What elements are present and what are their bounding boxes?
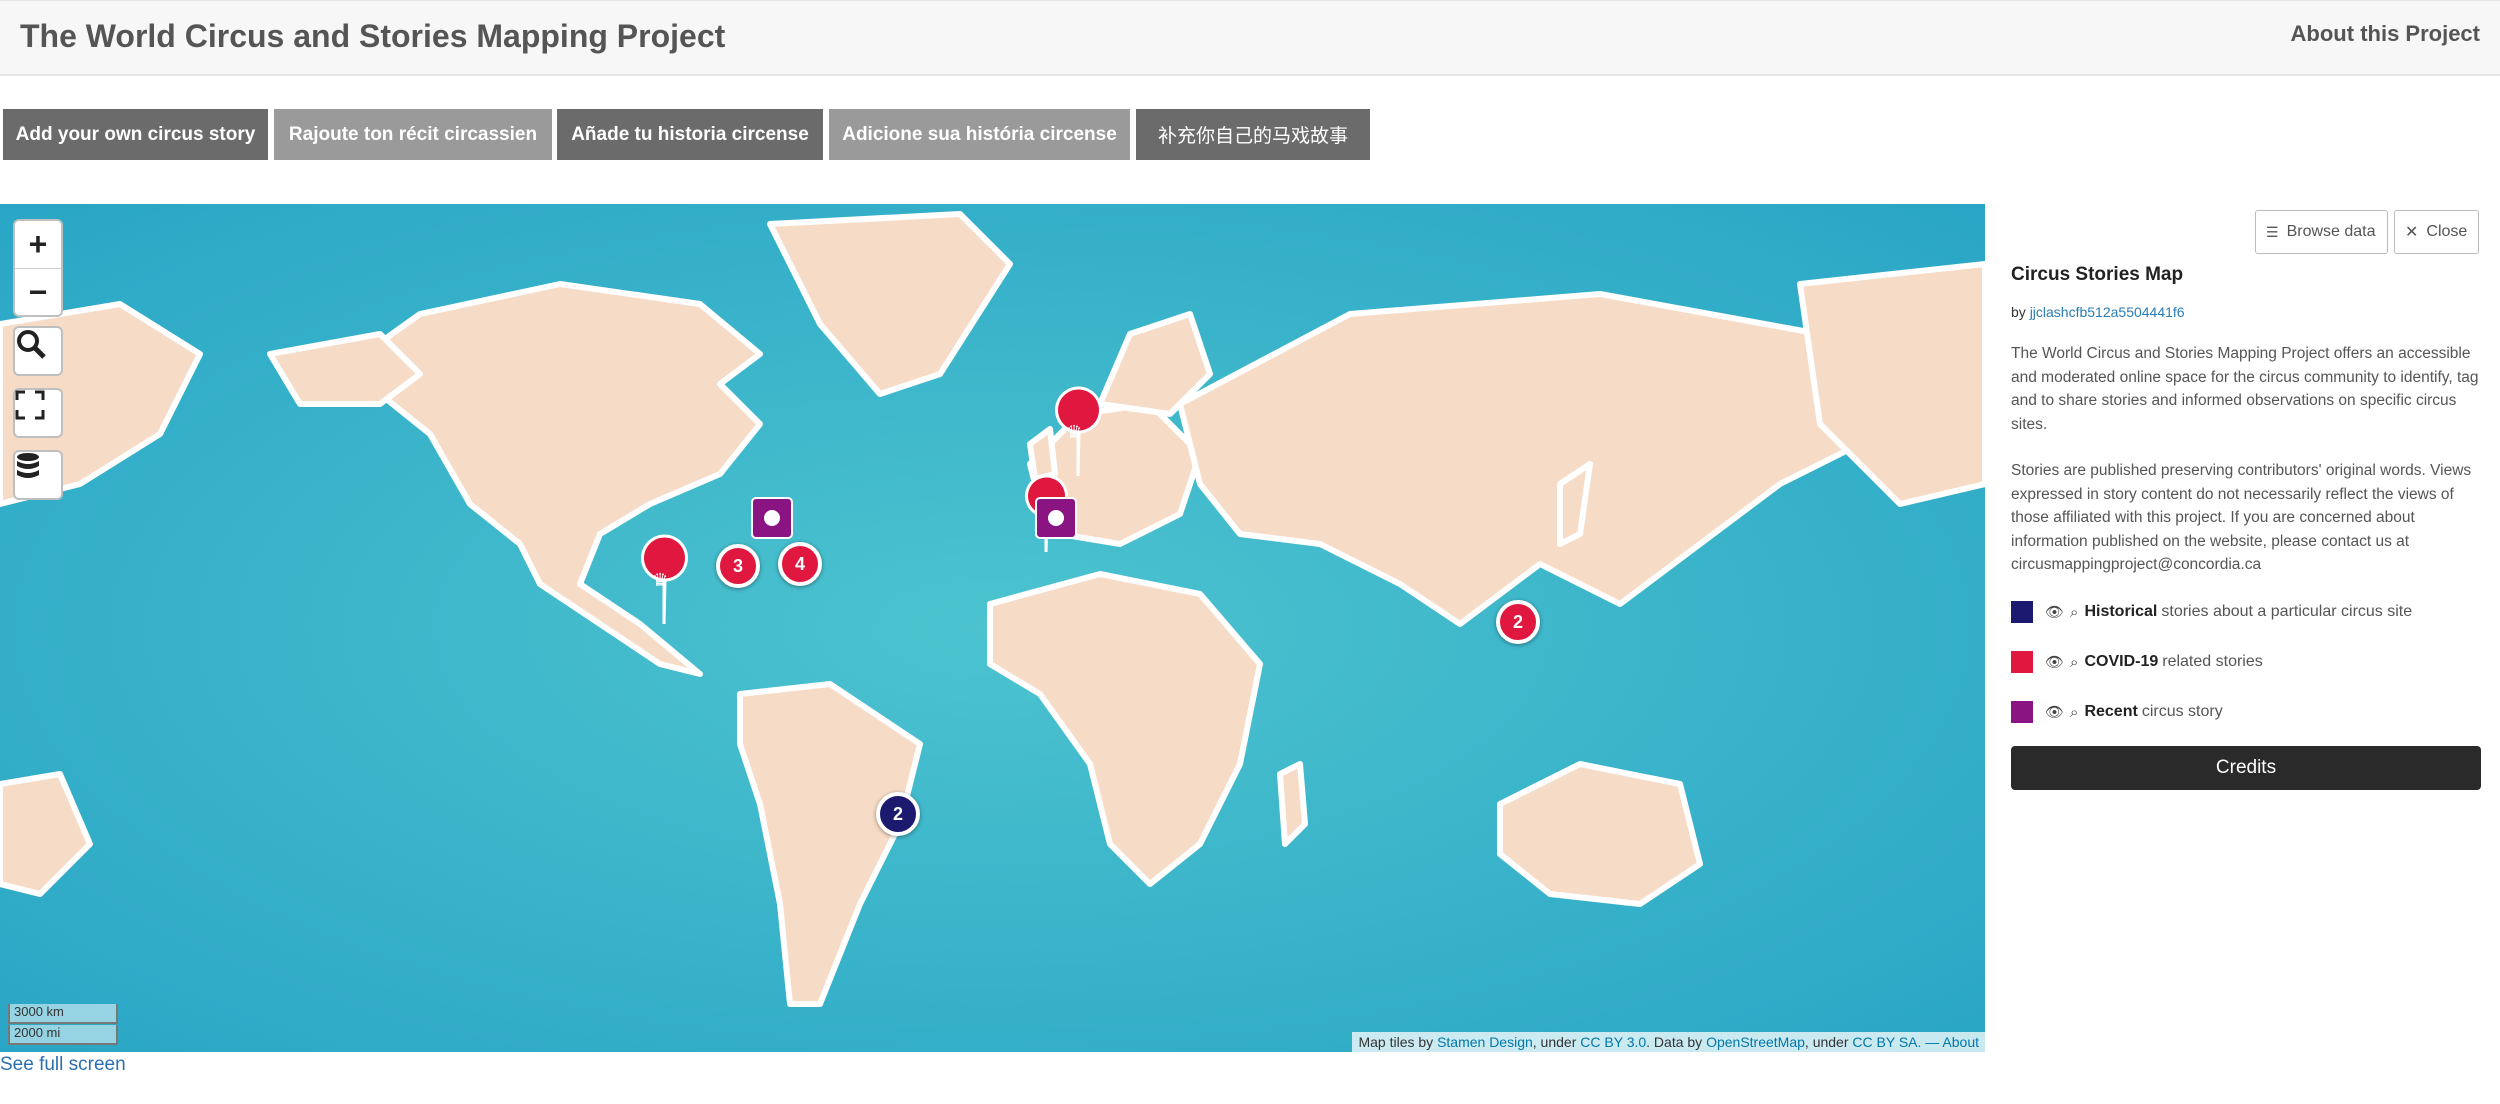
crown-icon: ♛: [652, 570, 669, 590]
legend-covid: 👁 ⌕ COVID-19 related stories: [2011, 647, 2263, 677]
legend-swatch: [2011, 701, 2033, 723]
zoom-icon[interactable]: ⌕: [2070, 704, 2078, 721]
cluster-marker[interactable]: 2: [876, 792, 920, 836]
stamen-link[interactable]: Stamen Design: [1437, 1034, 1533, 1050]
about-link[interactable]: About this Project: [2291, 21, 2480, 47]
zoom-out-button[interactable]: −: [15, 269, 61, 316]
legend-recent: 👁 ⌕ Recent circus story: [2011, 697, 2223, 727]
add-story-english-button[interactable]: Add your own circus story: [3, 109, 268, 160]
zoom-icon[interactable]: ⌕: [2070, 654, 2078, 671]
attrib-prefix: Map tiles by: [1358, 1034, 1434, 1050]
osm-link[interactable]: OpenStreetMap: [1706, 1034, 1805, 1050]
author-link[interactable]: jjclashcfb512a5504441f6: [2030, 304, 2185, 320]
world-map[interactable]: + − 3 4 2 2 ♛ ♛ 3000 km 2000 mi Map tile…: [0, 204, 1985, 1052]
author-line: by jjclashcfb512a5504441f6: [2011, 304, 2185, 320]
map-tiles: [0, 204, 1985, 1052]
attrib-text: . Data by: [1646, 1034, 1703, 1050]
map-attribution: Map tiles by Stamen Design, under CC BY …: [1352, 1032, 1985, 1052]
page-title: The World Circus and Stories Mapping Pro…: [20, 18, 726, 54]
browse-data-button[interactable]: ☰ Browse data: [2255, 210, 2388, 254]
cc-by-sa-link[interactable]: CC BY SA.: [1852, 1034, 1921, 1050]
side-panel: ☰ Browse data ✕ Close Circus Stories Map…: [1985, 204, 2500, 1052]
scale-mi: 2000 mi: [8, 1025, 118, 1045]
scale-km: 3000 km: [8, 1004, 118, 1024]
zoom-icon[interactable]: ⌕: [2070, 604, 2078, 621]
zoom-control: + −: [13, 219, 63, 317]
close-icon: ✕: [2405, 224, 2419, 241]
legend-historical: 👁 ⌕ Historical stories about a particula…: [2011, 597, 2412, 627]
cc-by-link[interactable]: CC BY 3.0: [1580, 1034, 1646, 1050]
panel-description: The World Circus and Stories Mapping Pro…: [2011, 342, 2491, 577]
close-label: Close: [2426, 223, 2468, 240]
attrib-text: , under: [1804, 1034, 1849, 1050]
legend-text: stories about a particular circus site: [2161, 603, 2413, 620]
layers-icon[interactable]: [13, 450, 63, 500]
header-bar: The World Circus and Stories Mapping Pro…: [0, 0, 2500, 76]
legend-swatch: [2011, 601, 2033, 623]
attrib-text: , under: [1532, 1034, 1577, 1050]
add-story-chinese-button[interactable]: 补充你自己的马戏故事: [1136, 109, 1370, 160]
cluster-marker[interactable]: 3: [716, 544, 760, 588]
fullscreen-icon[interactable]: [13, 388, 63, 438]
add-story-portuguese-button[interactable]: Adicione sua história circense: [829, 109, 1130, 160]
close-button[interactable]: ✕ Close: [2394, 210, 2479, 254]
crown-icon: ♛: [1066, 422, 1083, 442]
see-full-screen-link[interactable]: See full screen: [0, 1054, 126, 1076]
eye-icon[interactable]: 👁: [2045, 653, 2064, 671]
eye-icon[interactable]: 👁: [2045, 603, 2064, 621]
description-paragraph: Stories are published preserving contrib…: [2011, 462, 2472, 573]
legend-label: Historical: [2084, 603, 2158, 620]
legend-label: COVID-19: [2084, 653, 2159, 670]
legend-text: circus story: [2141, 703, 2223, 720]
legend-swatch: [2011, 651, 2033, 673]
description-paragraph: The World Circus and Stories Mapping Pro…: [2011, 345, 2479, 433]
credits-button[interactable]: Credits: [2011, 746, 2481, 790]
zoom-in-button[interactable]: +: [15, 221, 61, 269]
cluster-marker[interactable]: 4: [778, 542, 822, 586]
list-icon: ☰: [2266, 223, 2279, 240]
browse-data-label: Browse data: [2286, 223, 2376, 240]
by-label: by: [2011, 304, 2026, 320]
add-story-spanish-button[interactable]: Añade tu historia circense: [557, 109, 823, 160]
panel-title: Circus Stories Map: [2011, 264, 2184, 285]
legend-text: related stories: [2162, 653, 2263, 670]
legend-label: Recent: [2084, 703, 2138, 720]
cluster-marker[interactable]: 2: [1496, 600, 1540, 644]
about-attrib-link[interactable]: — About: [1925, 1034, 1979, 1050]
search-icon[interactable]: [13, 326, 63, 376]
add-story-french-button[interactable]: Rajoute ton récit circassien: [274, 109, 552, 160]
eye-icon[interactable]: 👁: [2045, 703, 2064, 721]
